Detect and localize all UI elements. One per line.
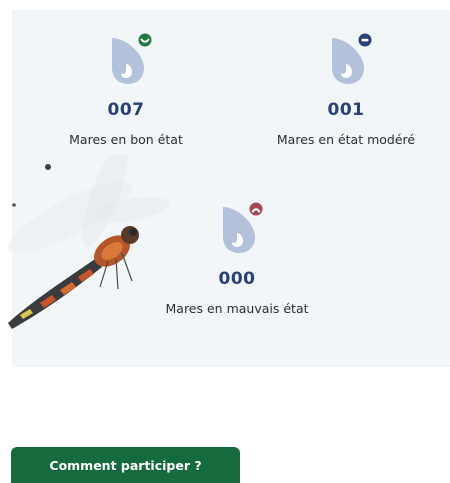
how-to-participate-button[interactable]: Comment participer ? [11,447,240,483]
stat-count: 007 [107,100,145,120]
minus-icon [358,33,372,47]
stat-label: Mares en état modéré [276,132,416,147]
stat-label: Mares en bon état [69,132,183,147]
stat-good-ponds: 007 Mares en bon état [26,33,226,147]
dragonfly-image [7,155,170,329]
frown-icon [249,202,263,216]
water-drop-icon [316,33,376,86]
water-drop-icon [96,33,156,86]
smile-icon [138,33,152,47]
button-label[interactable]: Comment participer ? [49,458,201,473]
stat-count: 001 [327,100,365,120]
water-drop-icon [207,202,267,255]
stat-moderate-ponds: 001 Mares en état modéré [246,33,446,147]
